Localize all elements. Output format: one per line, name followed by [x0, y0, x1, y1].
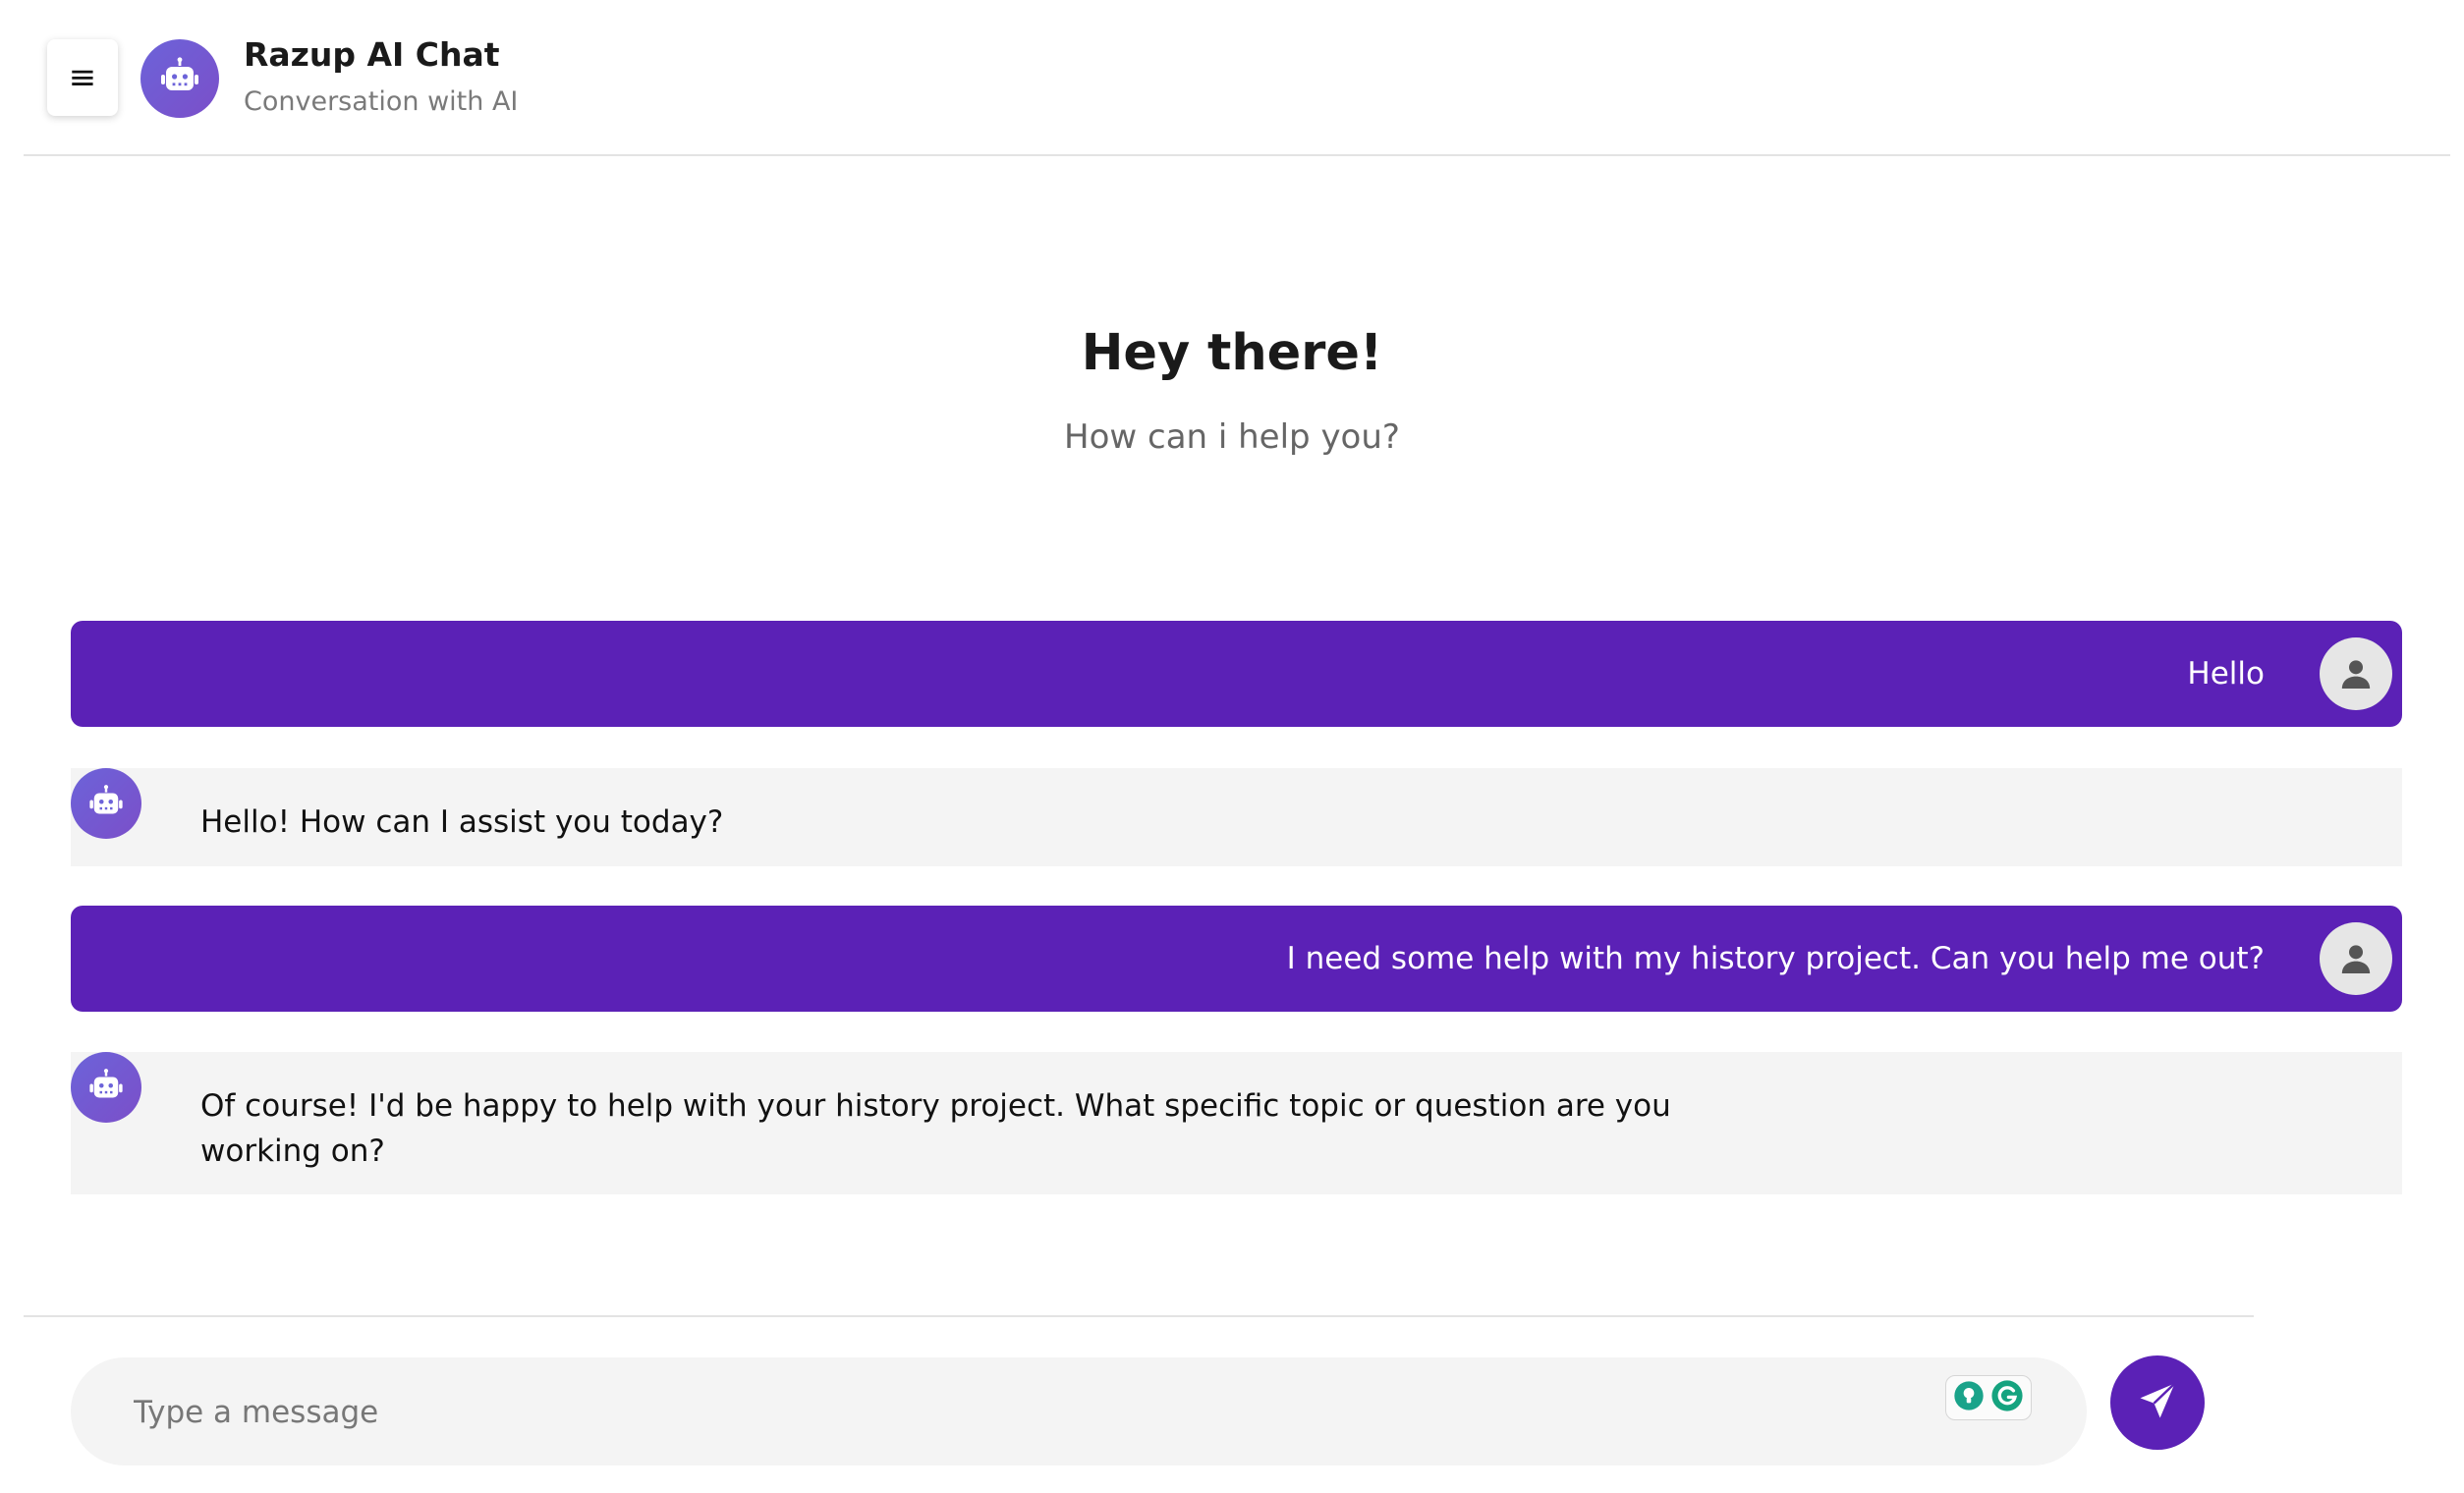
footer-divider [24, 1315, 2254, 1317]
app-title: Razup AI Chat [244, 35, 500, 74]
ai-message: Hello! How can I assist you today? [71, 768, 2402, 866]
message-text: Hello [2187, 656, 2265, 691]
message-text: I need some help with my history project… [1286, 941, 2265, 976]
menu-button[interactable]: ≡ [47, 39, 118, 116]
message-text: Of course! I'd be happy to help with you… [200, 1088, 1671, 1169]
extension-icons [1945, 1375, 2032, 1420]
user-icon [2320, 637, 2392, 710]
robot-icon [140, 39, 219, 118]
robot-icon [71, 1052, 141, 1123]
grammarly-icon[interactable] [1990, 1379, 2024, 1416]
hamburger-icon: ≡ [68, 58, 97, 97]
user-message: I need some help with my history project… [71, 906, 2402, 1012]
user-message: Hello [71, 621, 2402, 727]
message-text: Hello! How can I assist you today? [200, 804, 724, 840]
robot-icon [71, 768, 141, 839]
send-button[interactable] [2110, 1355, 2205, 1450]
app-header [24, 0, 2450, 156]
app-subtitle: Conversation with AI [244, 86, 519, 117]
lightbulb-icon[interactable] [1953, 1380, 1985, 1415]
welcome-subtitle: How can i help you? [1064, 417, 1400, 457]
message-input[interactable] [132, 1357, 2002, 1467]
chat-app: ≡ Razup AI Chat Conversation with AI Hey… [0, 0, 2464, 1493]
message-composer [71, 1357, 2087, 1467]
welcome-title: Hey there! [1081, 324, 1383, 382]
user-icon [2320, 922, 2392, 995]
ai-message: Of course! I'd be happy to help with you… [71, 1052, 2402, 1194]
paper-plane-icon [2137, 1380, 2178, 1425]
